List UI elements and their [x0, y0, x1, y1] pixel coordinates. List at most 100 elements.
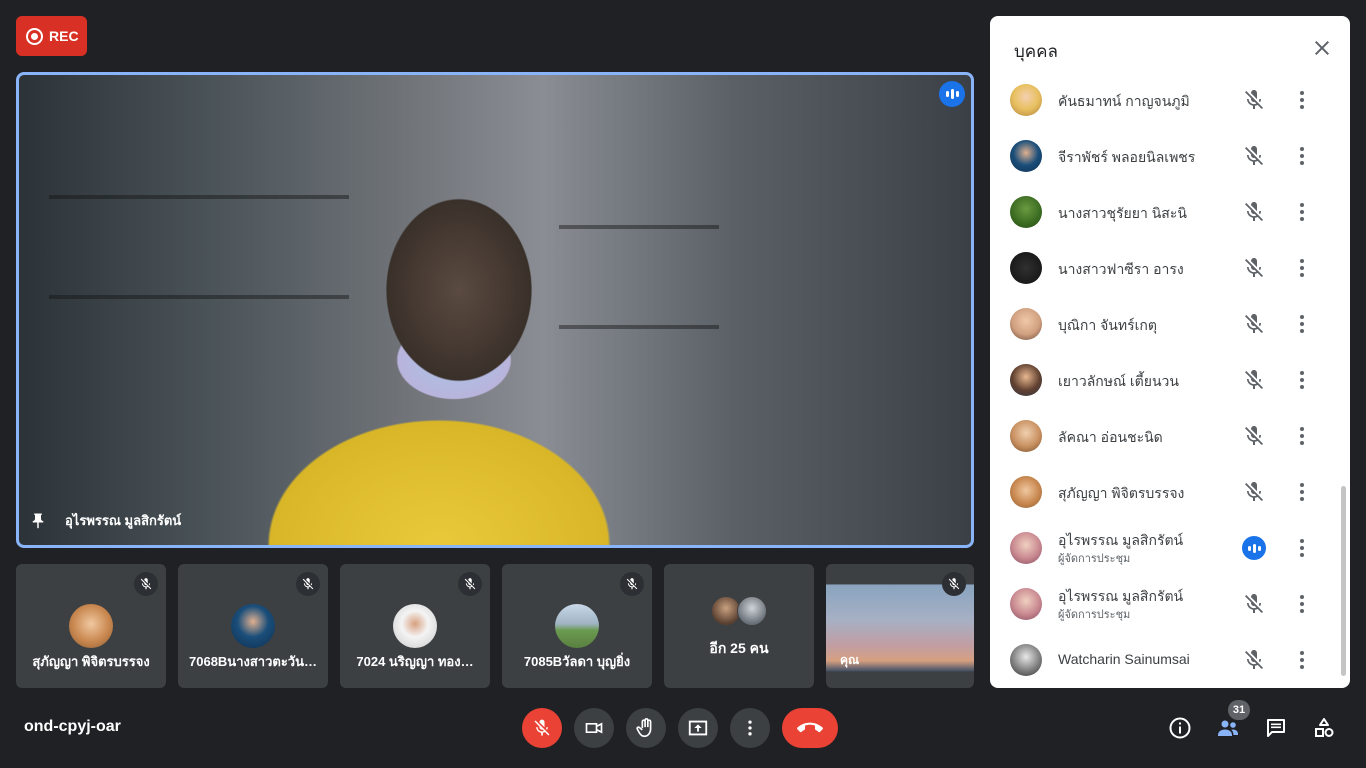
pin-icon[interactable]: [29, 512, 47, 530]
participant-row[interactable]: Watcharin Sainumsai: [990, 632, 1350, 688]
mic-off-icon[interactable]: [1242, 312, 1266, 336]
avatar: [1010, 196, 1042, 228]
participant-row[interactable]: สุภัญญา พิจิตรบรรจง: [990, 464, 1350, 520]
camera-toggle-button[interactable]: [574, 708, 614, 748]
avatar: [393, 604, 437, 648]
more-participants-avatars: [711, 596, 771, 628]
mic-off-icon[interactable]: [1242, 592, 1266, 616]
avatar: [1010, 644, 1042, 676]
participant-row[interactable]: นางสาวฟาซีรา อารง: [990, 240, 1350, 296]
mic-off-icon[interactable]: [1242, 88, 1266, 112]
participant-name: นางสาวฟาซีรา อารง: [1058, 261, 1184, 277]
mic-off-icon[interactable]: [1242, 256, 1266, 280]
activities-icon[interactable]: [1312, 716, 1336, 740]
participant-name: ลัคณา อ่อนชะนิด: [1058, 429, 1163, 445]
recording-badge: REC: [16, 16, 87, 56]
avatar: [555, 604, 599, 648]
more-options-button[interactable]: [730, 708, 770, 748]
participant-row[interactable]: อุไรพรรณ มูลสิกรัตน์ ผู้จัดการประชุม: [990, 520, 1350, 576]
panel-title: บุคคล: [1014, 42, 1058, 61]
more-options-icon[interactable]: [1290, 648, 1314, 672]
info-icon[interactable]: [1168, 716, 1192, 740]
participant-row[interactable]: ลัคณา อ่อนชะนิด: [990, 408, 1350, 464]
record-icon: [26, 27, 43, 45]
participant-name: คันธมาทน์ กาญจนภูมิ: [1058, 93, 1190, 109]
participant-name: เยาวลักษณ์ เตี้ยนวน: [1058, 373, 1179, 389]
self-view-label: คุณ: [840, 653, 860, 667]
background-shelf: [49, 295, 349, 299]
participant-name: 7068Bนางสาวตะวัน…: [189, 654, 317, 669]
participant-name: บุณิกา จันทร์เกตุ: [1058, 317, 1157, 333]
background-shelf: [559, 225, 719, 229]
avatar: [1010, 140, 1042, 172]
people-count-badge: 31: [1228, 700, 1250, 720]
present-icon: [688, 720, 708, 736]
more-options-icon[interactable]: [1290, 536, 1314, 560]
leave-call-button[interactable]: [782, 708, 838, 748]
mic-off-icon: [620, 572, 644, 596]
mic-off-icon[interactable]: [1242, 368, 1266, 392]
chat-icon[interactable]: [1264, 716, 1288, 740]
participant-tile[interactable]: 7024 นริญญา ทอง…: [340, 564, 490, 688]
participant-tile[interactable]: 7068Bนางสาวตะวัน…: [178, 564, 328, 688]
avatar: [1010, 476, 1042, 508]
close-icon[interactable]: [1310, 36, 1334, 60]
participant-row[interactable]: จีราพัชร์ พลอยนิลเพชร: [990, 128, 1350, 184]
mic-off-icon[interactable]: [1242, 200, 1266, 224]
avatar: [1010, 308, 1042, 340]
more-options-icon[interactable]: [1290, 200, 1314, 224]
more-participants-tile[interactable]: อีก 25 คน: [664, 564, 814, 688]
mic-off-icon[interactable]: [1242, 480, 1266, 504]
participant-name: จีราพัชร์ พลอยนิลเพชร: [1058, 149, 1196, 165]
participant-role: ผู้จัดการประชุม: [1058, 609, 1131, 621]
mic-off-icon: [296, 572, 320, 596]
avatar: [1010, 252, 1042, 284]
pinned-participant-label: อุไรพรรณ มูลสิกรัตน์: [29, 510, 181, 531]
participant-row[interactable]: เยาวลักษณ์ เตี้ยนวน: [990, 352, 1350, 408]
speaking-indicator-icon: [1242, 536, 1266, 560]
more-options-icon[interactable]: [1290, 480, 1314, 504]
more-options-icon[interactable]: [1290, 424, 1314, 448]
avatar: [1010, 588, 1042, 620]
participant-name: Watcharin Sainumsai: [1058, 651, 1190, 667]
participant-name: นางสาวชุรัยยา นิสะนิ: [1058, 205, 1187, 221]
mic-off-icon[interactable]: [1242, 144, 1266, 168]
more-options-icon[interactable]: [1290, 592, 1314, 616]
background-shelf: [559, 325, 719, 329]
more-options-icon[interactable]: [1290, 368, 1314, 392]
avatar: [1010, 420, 1042, 452]
participant-name: 7024 นริญญา ทอง…: [356, 654, 474, 669]
participant-row[interactable]: นางสาวชุรัยยา นิสะนิ: [990, 184, 1350, 240]
background-shelf: [49, 195, 349, 199]
avatar: [737, 596, 767, 626]
participant-tile[interactable]: สุภัญญา พิจิตรบรรจง: [16, 564, 166, 688]
mic-off-icon: [134, 572, 158, 596]
mic-toggle-button[interactable]: [522, 708, 562, 748]
participant-tile[interactable]: 7085Bวัลดา บุญยิ่ง: [502, 564, 652, 688]
self-view-tile[interactable]: คุณ: [826, 564, 974, 688]
mic-off-icon: [534, 719, 550, 736]
raise-hand-button[interactable]: [626, 708, 666, 748]
mic-off-icon: [942, 572, 966, 596]
present-screen-button[interactable]: [678, 708, 718, 748]
more-options-icon[interactable]: [1290, 256, 1314, 280]
avatar: [231, 604, 275, 648]
participant-tiles: สุภัญญา พิจิตรบรรจง 7068Bนางสาวตะวัน… 70…: [16, 564, 974, 688]
speaking-indicator-icon: [939, 81, 965, 107]
avatar: [1010, 364, 1042, 396]
mic-off-icon[interactable]: [1242, 424, 1266, 448]
participant-row[interactable]: คันธมาทน์ กาญจนภูมิ: [990, 72, 1350, 128]
participant-row[interactable]: บุณิกา จันทร์เกตุ: [990, 296, 1350, 352]
side-actions: 31: [1160, 700, 1350, 748]
more-options-icon[interactable]: [1290, 144, 1314, 168]
mic-off-icon[interactable]: [1242, 648, 1266, 672]
more-vert-icon: [748, 720, 752, 736]
participant-row[interactable]: อุไรพรรณ มูลสิกรัตน์ ผู้จัดการประชุม: [990, 576, 1350, 632]
camera-icon: [585, 722, 603, 734]
more-options-icon[interactable]: [1290, 88, 1314, 112]
scrollbar[interactable]: [1341, 486, 1346, 676]
main-video[interactable]: อุไรพรรณ มูลสิกรัตน์: [16, 72, 974, 548]
more-participants-label: อีก 25 คน: [709, 640, 769, 656]
more-options-icon[interactable]: [1290, 312, 1314, 336]
participant-name: สุภัญญา พิจิตรบรรจง: [32, 654, 150, 669]
